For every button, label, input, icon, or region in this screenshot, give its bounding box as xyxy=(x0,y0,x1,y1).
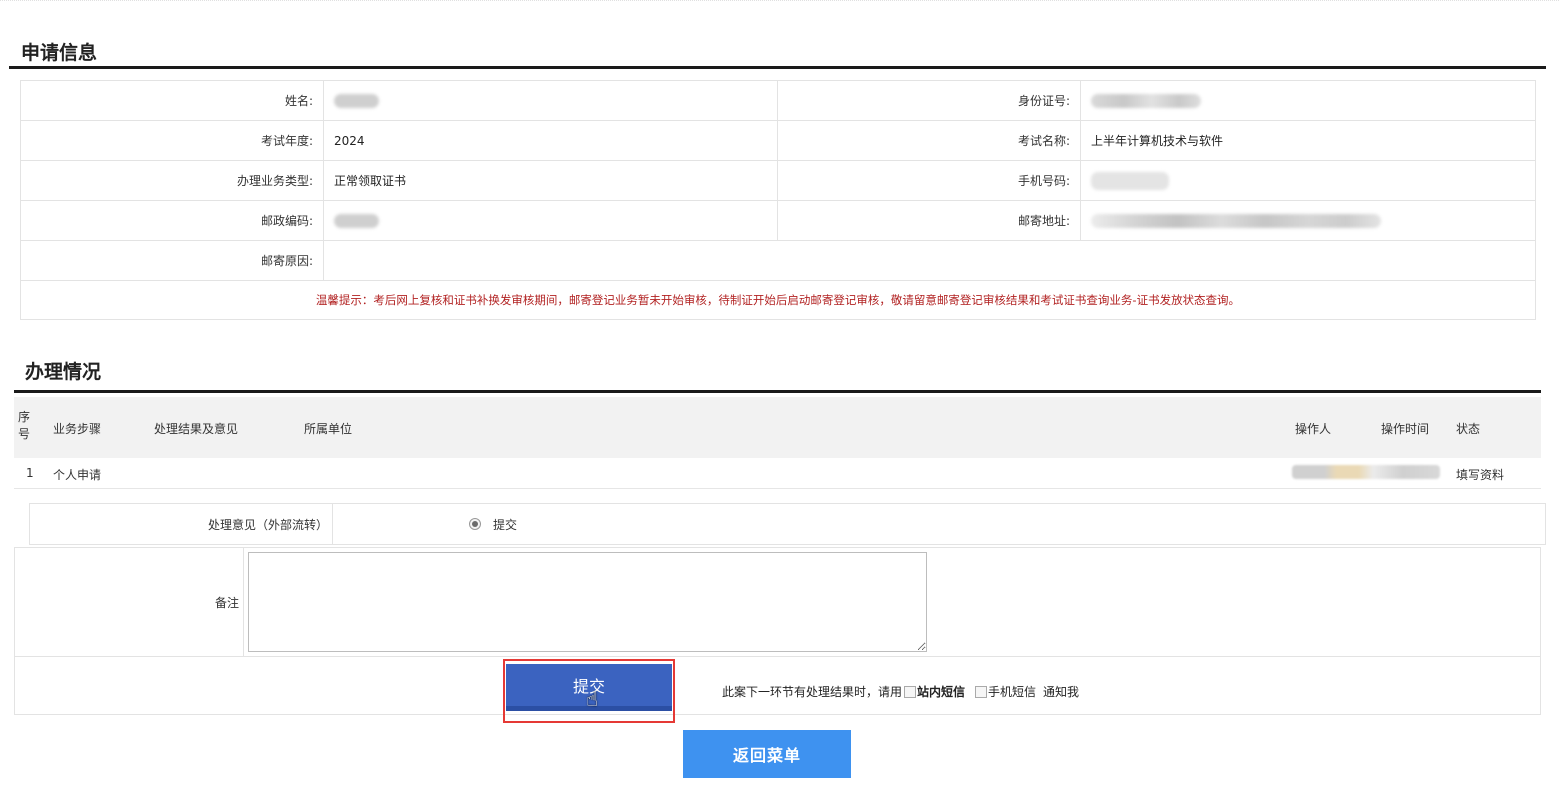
section-title-application: 申请信息 xyxy=(21,42,98,64)
id-value xyxy=(1080,80,1536,121)
process-table-header: 序号 业务步骤 处理结果及意见 所属单位 操作人 操作时间 状态 xyxy=(14,397,1541,458)
biz-type-value: 正常领取证书 xyxy=(323,160,778,201)
exam-value: 上半年计算机技术与软件 xyxy=(1080,120,1536,161)
header-seq: 序号 xyxy=(18,410,31,441)
name-value xyxy=(323,80,778,121)
submit-radio-label[interactable]: 提交 xyxy=(493,516,517,533)
section-rule-application xyxy=(9,66,1546,69)
header-status: 状态 xyxy=(1456,422,1481,436)
header-step: 业务步骤 xyxy=(53,422,102,436)
row-status: 填写资料 xyxy=(1456,468,1505,482)
reason-value xyxy=(323,240,1536,281)
site-message-label[interactable]: 站内短信 xyxy=(917,683,965,700)
reason-label: 邮寄原因: xyxy=(20,240,324,281)
address-value xyxy=(1080,200,1536,241)
remark-label: 备注 xyxy=(215,596,240,610)
info-row-name: 姓名: 身份证号: xyxy=(20,80,1536,121)
biz-type-label: 办理业务类型: xyxy=(20,160,324,201)
info-row-notice: 温馨提示：考后网上复核和证书补换发审核期间，邮寄登记业务暂未开始审核，待制证开始… xyxy=(20,280,1536,320)
top-divider xyxy=(0,0,1559,2)
phone-value xyxy=(1080,160,1536,201)
back-to-menu-button[interactable]: 返回菜单 xyxy=(683,730,851,778)
info-row-type: 办理业务类型: 正常领取证书 手机号码: xyxy=(20,160,1536,201)
redacted-id-number xyxy=(1091,93,1201,108)
phone-label: 手机号码: xyxy=(777,160,1081,201)
postcode-value xyxy=(323,200,778,241)
notice-text: 温馨提示：考后网上复核和证书补换发审核期间，邮寄登记业务暂未开始审核，待制证开始… xyxy=(20,280,1536,320)
redacted-name xyxy=(334,93,379,108)
redacted-postcode xyxy=(334,213,379,228)
redacted-phone xyxy=(1091,171,1169,190)
notify-options: 此案下一环节有处理结果时，请用 站内短信 手机短信 通知我 xyxy=(722,683,1079,700)
remark-row: 备注 xyxy=(14,547,1541,657)
row-step: 个人申请 xyxy=(53,468,102,482)
info-row-exam: 考试年度: 2024 考试名称: 上半年计算机技术与软件 xyxy=(20,120,1536,161)
row-seq: 1 xyxy=(26,466,34,480)
header-result: 处理结果及意见 xyxy=(154,422,239,436)
opinion-label: 处理意见（外部流转） xyxy=(208,518,329,532)
section-rule-process xyxy=(14,390,1541,393)
year-label: 考试年度: xyxy=(20,120,324,161)
year-value: 2024 xyxy=(323,120,778,161)
address-label: 邮寄地址: xyxy=(777,200,1081,241)
name-label: 姓名: xyxy=(20,80,324,121)
id-label: 身份证号: xyxy=(777,80,1081,121)
header-unit: 所属单位 xyxy=(304,422,353,436)
submit-radio[interactable] xyxy=(469,518,481,530)
info-row-post: 邮政编码: 邮寄地址: xyxy=(20,200,1536,241)
notify-suffix: 通知我 xyxy=(1043,685,1080,699)
remark-divider xyxy=(243,548,244,656)
exam-label: 考试名称: xyxy=(777,120,1081,161)
info-row-reason: 邮寄原因: xyxy=(20,240,1536,281)
application-info-table: 姓名: 身份证号: 考试年度: 2024 考试名称: 上半年计算机技术与软件 办… xyxy=(20,80,1536,320)
opinion-divider xyxy=(332,504,333,544)
header-time: 操作时间 xyxy=(1381,422,1430,436)
table-row: 1 个人申请 填写资料 xyxy=(14,458,1541,489)
redacted-operator-and-time xyxy=(1292,465,1440,479)
header-operator: 操作人 xyxy=(1295,422,1332,436)
remark-textarea[interactable] xyxy=(248,552,927,652)
opinion-row: 处理意见（外部流转） 提交 xyxy=(29,503,1546,545)
section-title-process: 办理情况 xyxy=(25,361,102,383)
postcode-label: 邮政编码: xyxy=(20,200,324,241)
sms-checkbox[interactable] xyxy=(975,685,988,698)
submit-button[interactable]: 提交 xyxy=(506,664,672,711)
redacted-address xyxy=(1091,213,1381,228)
site-message-checkbox[interactable] xyxy=(904,685,917,698)
notify-prefix: 此案下一环节有处理结果时，请用 xyxy=(722,685,903,699)
sms-label[interactable]: 手机短信 xyxy=(988,683,1036,700)
